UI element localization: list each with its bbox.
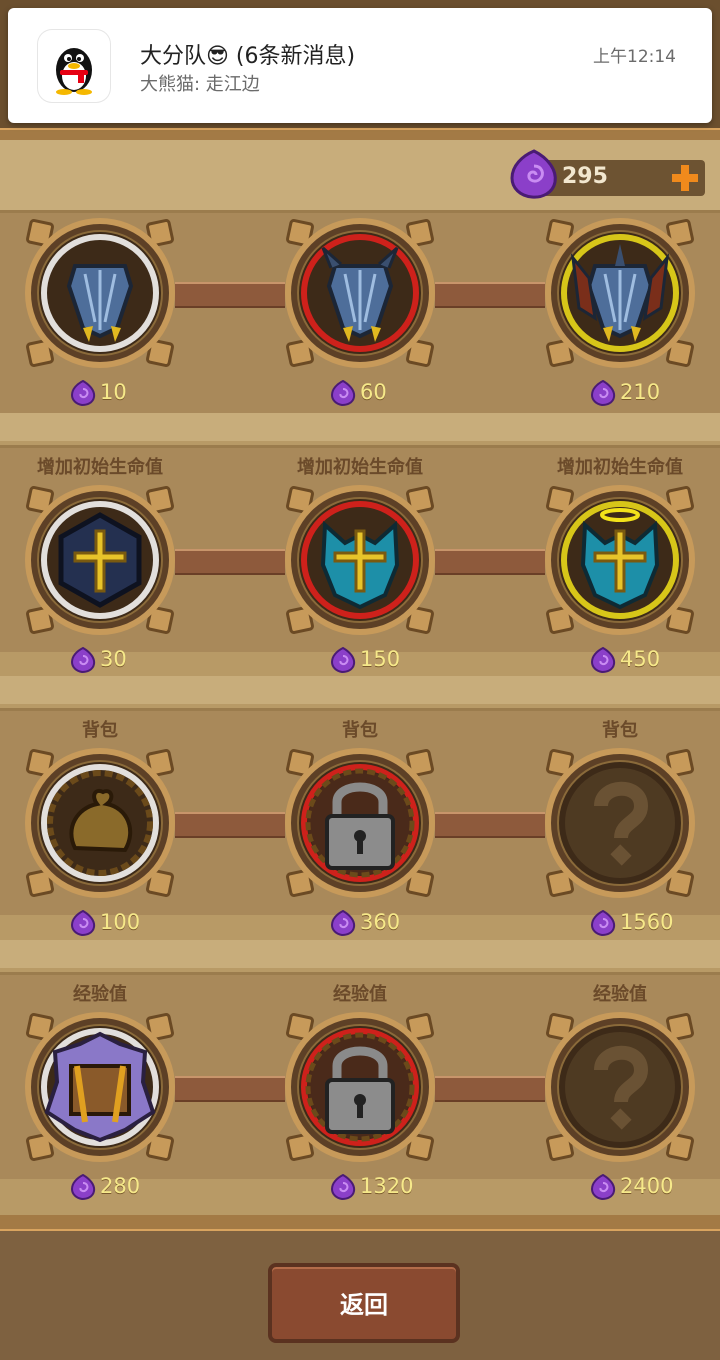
price-value: 360 bbox=[360, 910, 401, 934]
purple-gem-icon bbox=[510, 149, 557, 199]
talent-label: 增加初始生命值 bbox=[37, 457, 163, 478]
talent-connector bbox=[175, 282, 285, 308]
talent-price: 30 bbox=[70, 645, 230, 675]
talent-label: 背包 bbox=[342, 720, 378, 741]
armor-shield-icon[interactable] bbox=[25, 218, 175, 368]
purple-gem-icon bbox=[590, 909, 616, 937]
talent-connector bbox=[435, 1076, 545, 1102]
talent-price: 100 bbox=[70, 908, 230, 938]
purple-gem-icon bbox=[70, 646, 96, 674]
talent-price: 150 bbox=[330, 645, 490, 675]
purple-gem-icon bbox=[70, 1173, 96, 1201]
talent-connector bbox=[175, 1076, 285, 1102]
purple-gem-icon bbox=[330, 379, 356, 407]
bottom-border bbox=[0, 1215, 720, 1231]
row-divider bbox=[0, 940, 720, 968]
notification-banner[interactable]: 大分队😎 (6条新消息) 大熊猫: 走江边 上午12:14 bbox=[8, 8, 712, 123]
armor-winged-shield-icon[interactable] bbox=[545, 218, 695, 368]
talent-price: 280 bbox=[70, 1172, 230, 1202]
talent-connector bbox=[175, 812, 285, 838]
price-value: 450 bbox=[620, 647, 661, 671]
talent-price: 360 bbox=[330, 908, 490, 938]
purple-gem-icon bbox=[330, 646, 356, 674]
price-value: 1320 bbox=[360, 1174, 414, 1198]
back-button-label: 返回 bbox=[340, 1291, 388, 1319]
row-divider bbox=[0, 413, 720, 441]
price-value: 100 bbox=[100, 910, 141, 934]
question-mark-icon[interactable] bbox=[545, 1012, 695, 1162]
purple-gem-icon bbox=[590, 1173, 616, 1201]
price-value: 30 bbox=[100, 647, 127, 671]
purple-gem-icon bbox=[590, 379, 616, 407]
talent-label: 增加初始生命值 bbox=[297, 457, 423, 478]
talent-connector bbox=[435, 282, 545, 308]
back-button[interactable]: 返回 bbox=[268, 1263, 460, 1343]
purple-gem-icon bbox=[70, 379, 96, 407]
row-divider bbox=[0, 676, 720, 704]
price-value: 150 bbox=[360, 647, 401, 671]
spiked-crate-icon[interactable] bbox=[25, 1012, 175, 1162]
talent-connector bbox=[175, 549, 285, 575]
talent-label: 经验值 bbox=[73, 984, 127, 1005]
holy-cross-hexagon-icon[interactable] bbox=[25, 485, 175, 635]
talent-label: 增加初始生命值 bbox=[557, 457, 683, 478]
notification-message: 大熊猫: 走江边 bbox=[140, 74, 260, 95]
price-value: 60 bbox=[360, 380, 387, 404]
talent-price: 1320 bbox=[330, 1172, 490, 1202]
plus-icon[interactable] bbox=[669, 162, 701, 194]
talent-label: 经验值 bbox=[593, 984, 647, 1005]
qq-penguin-icon bbox=[38, 30, 110, 102]
price-value: 2400 bbox=[620, 1174, 674, 1198]
talent-price: 210 bbox=[590, 378, 720, 408]
talent-connector bbox=[435, 812, 545, 838]
talent-price: 60 bbox=[330, 378, 490, 408]
purple-gem-icon bbox=[330, 909, 356, 937]
holy-cross-halo-icon[interactable] bbox=[545, 485, 695, 635]
padlock-icon[interactable] bbox=[285, 748, 435, 898]
price-value: 210 bbox=[620, 380, 661, 404]
talent-label: 背包 bbox=[82, 720, 118, 741]
price-value: 280 bbox=[100, 1174, 141, 1198]
talent-price: 1560 bbox=[590, 908, 720, 938]
talent-label: 背包 bbox=[602, 720, 638, 741]
armor-spiked-shield-icon[interactable] bbox=[285, 218, 435, 368]
purple-gem-icon bbox=[590, 646, 616, 674]
holy-cross-horned-icon[interactable] bbox=[285, 485, 435, 635]
notification-time: 上午12:14 bbox=[593, 47, 676, 67]
question-mark-icon[interactable] bbox=[545, 748, 695, 898]
sack-bag-icon[interactable] bbox=[25, 748, 175, 898]
talent-price: 10 bbox=[70, 378, 230, 408]
price-value: 10 bbox=[100, 380, 127, 404]
padlock-icon[interactable] bbox=[285, 1012, 435, 1162]
notification-title: 大分队😎 (6条新消息) bbox=[140, 44, 356, 69]
talent-price: 2400 bbox=[590, 1172, 720, 1202]
price-value: 1560 bbox=[620, 910, 674, 934]
talent-connector bbox=[435, 549, 545, 575]
talent-label: 经验值 bbox=[333, 984, 387, 1005]
purple-gem-icon bbox=[70, 909, 96, 937]
talent-price: 450 bbox=[590, 645, 720, 675]
currency-amount: 295 bbox=[562, 164, 608, 189]
purple-gem-icon bbox=[330, 1173, 356, 1201]
